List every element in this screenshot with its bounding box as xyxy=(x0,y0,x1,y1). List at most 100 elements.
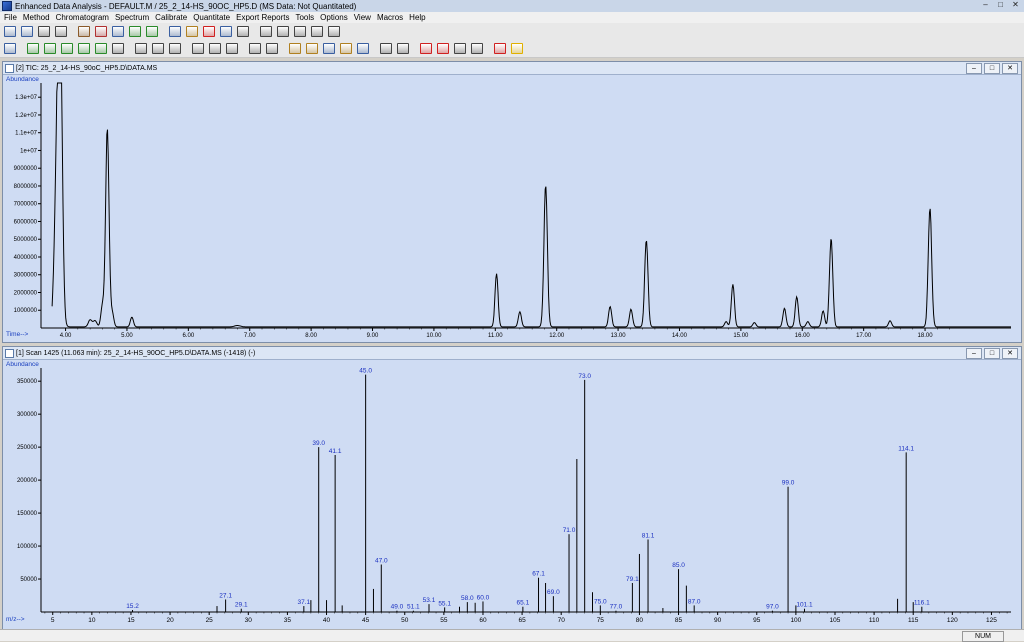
copy-data-button[interactable] xyxy=(110,25,125,39)
menu-export-reports[interactable]: Export Reports xyxy=(233,13,292,22)
maximize-button[interactable]: □ xyxy=(994,0,1007,10)
hammer-2-button[interactable] xyxy=(275,25,290,39)
spectrum-minimize-button[interactable]: – xyxy=(966,348,982,359)
load-file-button[interactable] xyxy=(76,25,91,39)
library-search-button[interactable] xyxy=(19,25,34,39)
stop-button[interactable] xyxy=(492,42,507,56)
copy-button[interactable] xyxy=(167,25,182,39)
ms-peak-label: 65.1 xyxy=(517,600,530,607)
hammer-3-icon xyxy=(293,26,306,37)
check-button[interactable] xyxy=(110,42,125,56)
menu-method[interactable]: Method xyxy=(20,13,53,22)
hammer-4-button[interactable] xyxy=(309,25,324,39)
ms-peak-label: 53.1 xyxy=(423,597,436,604)
close-button[interactable]: ✕ xyxy=(1009,0,1022,10)
graph-button[interactable] xyxy=(304,42,319,56)
chromatogram-5-button[interactable] xyxy=(93,42,108,56)
menu-options[interactable]: Options xyxy=(317,13,351,22)
x-tick-label: 40 xyxy=(323,617,331,624)
ms-peak-label: 29.1 xyxy=(235,602,248,609)
menu-view[interactable]: View xyxy=(351,13,374,22)
y-tick-label: 50000 xyxy=(20,577,37,583)
spectrum-button[interactable] xyxy=(133,42,148,56)
color-grid-button[interactable] xyxy=(201,25,216,39)
hammer-1-button[interactable] xyxy=(258,25,273,39)
menu-chromatogram[interactable]: Chromatogram xyxy=(53,13,112,22)
eraser-button[interactable] xyxy=(452,42,467,56)
chromatogram-2-button[interactable] xyxy=(42,42,57,56)
menu-quantitate[interactable]: Quantitate xyxy=(190,13,233,22)
target-button[interactable] xyxy=(2,42,17,56)
hammer-2-icon xyxy=(276,26,289,37)
menu-spectrum[interactable]: Spectrum xyxy=(112,13,152,22)
copy-graph-button[interactable] xyxy=(321,42,336,56)
graph-up-button[interactable] xyxy=(287,42,302,56)
pointer-button[interactable] xyxy=(435,42,450,56)
ms-peak-label: 69.0 xyxy=(547,589,560,596)
doc-search-icon xyxy=(396,43,409,54)
peak-button[interactable] xyxy=(150,42,165,56)
hammer-3-button[interactable] xyxy=(292,25,307,39)
print-button[interactable] xyxy=(53,25,68,39)
tic-restore-button[interactable]: □ xyxy=(984,63,1000,74)
tune-button[interactable] xyxy=(190,42,205,56)
x-tick-label: 10 xyxy=(88,617,96,624)
x-tick-label: 9.00 xyxy=(367,333,379,339)
y-tick-label: 350000 xyxy=(17,379,38,385)
x-tick-label: 8.00 xyxy=(305,333,317,339)
hammer-5-button[interactable] xyxy=(326,25,341,39)
paste-graph-button[interactable] xyxy=(338,42,353,56)
doc-search-button[interactable] xyxy=(395,42,410,56)
y-tick-label: 4000000 xyxy=(14,255,38,261)
paste-button[interactable] xyxy=(184,25,199,39)
tic-chromatogram[interactable]: Abundance Time--> 1000000 2000000 3000000 400… xyxy=(3,75,1021,341)
table-button[interactable] xyxy=(224,42,239,56)
minimize-button[interactable]: – xyxy=(979,0,992,10)
doc-icon xyxy=(379,43,392,54)
chart-icon xyxy=(128,26,141,37)
menu-help[interactable]: Help xyxy=(406,13,428,22)
abc-button[interactable] xyxy=(418,42,433,56)
y-tick-label: 1.1e+07 xyxy=(15,131,38,137)
hammer-5-icon xyxy=(327,26,340,37)
camera-button[interactable] xyxy=(36,25,51,39)
copy-data-icon xyxy=(111,26,124,37)
ms-peak-label: 114.1 xyxy=(898,445,914,452)
axis-button[interactable] xyxy=(247,42,262,56)
ms-peak-label: 79.1 xyxy=(626,576,639,583)
chromatogram-3-icon xyxy=(60,43,73,54)
chart-green-button[interactable] xyxy=(144,25,159,39)
menu-macros[interactable]: Macros xyxy=(374,13,406,22)
x-tick-label: 10.00 xyxy=(426,333,442,339)
ms-peak-label: 55.1 xyxy=(438,600,451,607)
menu-file[interactable]: File xyxy=(0,13,20,22)
x-tick-label: 85 xyxy=(675,617,683,624)
report-icon xyxy=(94,26,107,37)
ms-peak-label: 41.1 xyxy=(329,448,342,455)
integrate-button[interactable] xyxy=(2,25,17,39)
doc-button[interactable] xyxy=(378,42,393,56)
menu-calibrate[interactable]: Calibrate xyxy=(152,13,190,22)
settings-button[interactable] xyxy=(235,25,250,39)
spectrum-panel: [1] Scan 1425 (11.063 min): 25_2_14-HS_9… xyxy=(2,346,1022,630)
tic-minimize-button[interactable]: – xyxy=(966,63,982,74)
help-button[interactable] xyxy=(509,42,524,56)
x-tick-label: 7.00 xyxy=(244,333,256,339)
chart-button[interactable] xyxy=(127,25,142,39)
ms-peak-label: 77.0 xyxy=(610,604,623,611)
sort-button[interactable] xyxy=(167,42,182,56)
bank-button[interactable] xyxy=(207,42,222,56)
ruler-button[interactable] xyxy=(469,42,484,56)
report-button[interactable] xyxy=(93,25,108,39)
chromatogram-4-button[interactable] xyxy=(76,42,91,56)
mass-spectrum[interactable]: Abundance m/z--> 50000 100000 150000 200000 25… xyxy=(3,360,1021,628)
spectrum-restore-button[interactable]: □ xyxy=(984,348,1000,359)
export-graph-button[interactable] xyxy=(355,42,370,56)
window-button[interactable] xyxy=(218,25,233,39)
chromatogram-1-button[interactable] xyxy=(25,42,40,56)
axis-zoom-button[interactable] xyxy=(264,42,279,56)
menu-tools[interactable]: Tools xyxy=(292,13,317,22)
tic-close-button[interactable]: ✕ xyxy=(1002,63,1018,74)
chromatogram-3-button[interactable] xyxy=(59,42,74,56)
spectrum-close-button[interactable]: ✕ xyxy=(1002,348,1018,359)
